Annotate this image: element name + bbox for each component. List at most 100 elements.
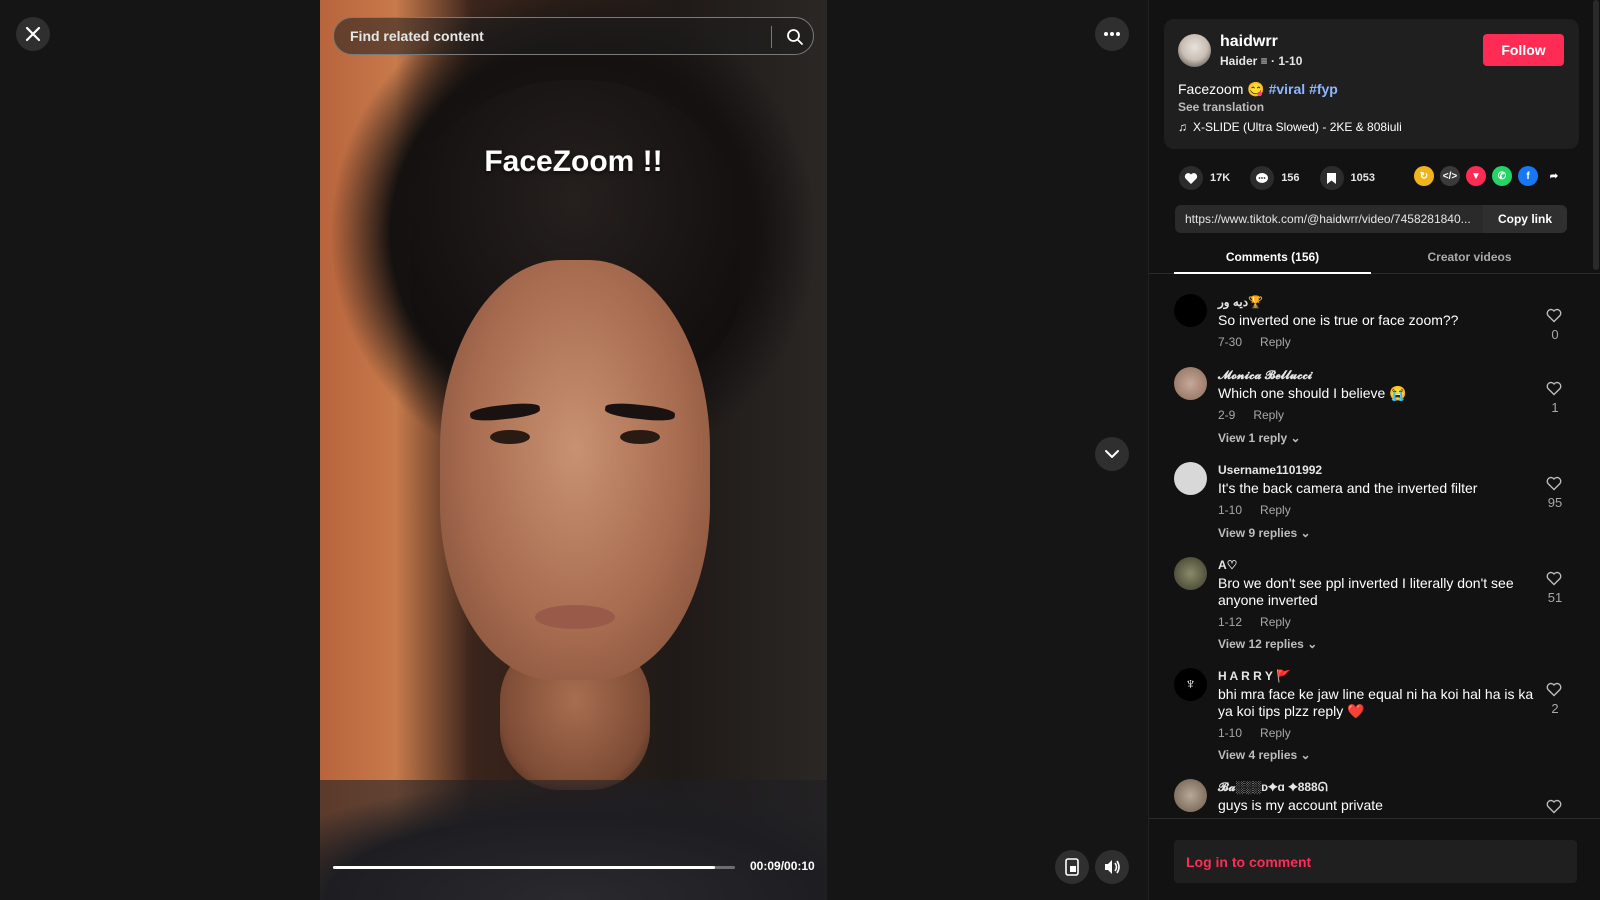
copy-link-button[interactable]: Copy link bbox=[1483, 205, 1567, 233]
commenter-name[interactable]: 𝓑𝓪░░░ᴅ✦ɑ ✦888ᘏ bbox=[1218, 780, 1328, 795]
caption-text: Facezoom 😋 bbox=[1178, 81, 1265, 97]
volume-icon bbox=[1105, 860, 1120, 874]
comment-date: 2-9 bbox=[1218, 408, 1236, 422]
commenter-name[interactable]: A♡ bbox=[1218, 558, 1237, 572]
next-video-button[interactable] bbox=[1095, 437, 1129, 471]
comment-item: 𝓑𝓪░░░ᴅ✦ɑ ✦888ᘏ guys is my account privat… bbox=[1174, 769, 1584, 818]
commenter-name[interactable]: Username1101992 bbox=[1218, 463, 1322, 477]
comment-text: It's the back camera and the inverted fi… bbox=[1218, 480, 1478, 496]
view-replies-link[interactable]: View 4 replies ⌄ bbox=[1218, 748, 1311, 762]
comment-action[interactable]: 156 bbox=[1250, 166, 1300, 190]
comment-item: Username1101992 It's the back camera and… bbox=[1174, 452, 1584, 546]
comment-meta: 1-10 Reply bbox=[1218, 726, 1291, 740]
comment-text: bhi mra face ke jaw line equal ni ha koi… bbox=[1218, 686, 1534, 719]
commenter-avatar[interactable] bbox=[1174, 294, 1207, 327]
video-progress-fill bbox=[333, 866, 715, 869]
like-action[interactable]: 17K bbox=[1179, 166, 1230, 190]
heart-outline-icon[interactable] bbox=[1546, 682, 1562, 697]
reply-link[interactable]: Reply bbox=[1253, 408, 1284, 422]
commenter-name[interactable]: ديه ور🏆 bbox=[1218, 295, 1263, 309]
comment-like-count: 2 bbox=[1551, 701, 1559, 716]
hashtag-viral[interactable]: #viral bbox=[1269, 81, 1306, 97]
save-action[interactable]: 1053 bbox=[1319, 166, 1375, 190]
post-caption: Facezoom 😋 #viral #fyp bbox=[1178, 81, 1338, 98]
video-player[interactable]: FaceZoom !! bbox=[320, 0, 827, 900]
video-overlay-title: FaceZoom !! bbox=[484, 145, 663, 178]
video-frame-eye bbox=[620, 430, 660, 444]
commenter-name[interactable]: 𝓜𝓸𝓷𝓲𝓬𝓪 𝓑𝓮𝓵𝓵𝓾𝓬𝓬𝓲 bbox=[1218, 368, 1312, 383]
view-replies-label: View 4 replies bbox=[1218, 748, 1298, 762]
view-replies-label: View 1 reply bbox=[1218, 431, 1288, 445]
panel-scrollbar[interactable] bbox=[1593, 0, 1599, 270]
reply-link[interactable]: Reply bbox=[1260, 335, 1291, 349]
commenter-avatar[interactable] bbox=[1174, 367, 1207, 400]
commenter-avatar[interactable] bbox=[1174, 779, 1207, 812]
pip-icon bbox=[1065, 858, 1079, 876]
comment-like-count: 51 bbox=[1547, 590, 1563, 605]
search-bar[interactable] bbox=[333, 17, 814, 55]
facebook-icon[interactable]: f bbox=[1518, 166, 1538, 186]
video-timecode: 00:09/00:10 bbox=[750, 859, 815, 873]
comment-like-count: 0 bbox=[1551, 327, 1559, 342]
see-translation-link[interactable]: See translation bbox=[1178, 100, 1264, 114]
search-button[interactable] bbox=[778, 20, 812, 54]
heart-outline-icon[interactable] bbox=[1546, 476, 1562, 491]
video-frame-eye bbox=[490, 430, 530, 444]
music-note-icon: ♫ bbox=[1178, 120, 1187, 134]
view-replies-label: View 9 replies bbox=[1218, 526, 1298, 540]
embed-icon[interactable]: </> bbox=[1440, 166, 1460, 186]
whatsapp-icon[interactable]: ✆ bbox=[1492, 166, 1512, 186]
author-username[interactable]: haidwrr bbox=[1220, 33, 1278, 51]
send-icon[interactable]: ▼ bbox=[1466, 166, 1486, 186]
reply-link[interactable]: Reply bbox=[1260, 503, 1291, 517]
commenter-avatar[interactable] bbox=[1174, 557, 1207, 590]
chevron-down-icon: ⌄ bbox=[1290, 431, 1301, 445]
commenter-avatar[interactable]: ♆ bbox=[1174, 668, 1207, 701]
view-replies-link[interactable]: View 9 replies ⌄ bbox=[1218, 526, 1311, 540]
login-to-comment-link[interactable]: Log in to comment bbox=[1186, 854, 1311, 870]
share-arrow-icon[interactable]: ➦ bbox=[1544, 166, 1564, 186]
repost-icon[interactable]: ↻ bbox=[1414, 166, 1434, 186]
comment-date: 1-12 bbox=[1218, 615, 1243, 629]
commenter-avatar[interactable] bbox=[1174, 462, 1207, 495]
view-replies-label: View 12 replies bbox=[1218, 637, 1304, 651]
active-tab-indicator bbox=[1174, 272, 1371, 274]
music-title: X-SLIDE (Ultra Slowed) - 2KE & 808iuli bbox=[1193, 120, 1402, 134]
hashtag-fyp[interactable]: #fyp bbox=[1309, 81, 1338, 97]
tab-comments[interactable]: Comments (156) bbox=[1174, 250, 1371, 264]
reply-link[interactable]: Reply bbox=[1260, 726, 1291, 740]
follow-button[interactable]: Follow bbox=[1483, 34, 1564, 66]
comment-meta: 2-9 Reply bbox=[1218, 408, 1284, 422]
more-icon bbox=[1104, 32, 1120, 36]
music-track[interactable]: ♫ X-SLIDE (Ultra Slowed) - 2KE & 808iuli bbox=[1178, 120, 1402, 134]
login-to-comment-bar[interactable]: Log in to comment bbox=[1174, 840, 1577, 883]
comment-text: Bro we don't see ppl inverted I literall… bbox=[1218, 575, 1514, 608]
heart-outline-icon[interactable] bbox=[1546, 799, 1562, 814]
chevron-down-icon: ⌄ bbox=[1300, 526, 1311, 540]
comment-text: Which one should I believe 😭 bbox=[1218, 385, 1407, 401]
close-icon bbox=[25, 26, 41, 42]
engagement-bar: 17K 156 1053 bbox=[1179, 166, 1395, 190]
comment-meta: 1-10 Reply bbox=[1218, 503, 1291, 517]
volume-button[interactable] bbox=[1095, 850, 1129, 884]
comment-meta: 1-12 Reply bbox=[1218, 615, 1291, 629]
comment-item: 𝓜𝓸𝓷𝓲𝓬𝓪 𝓑𝓮𝓵𝓵𝓾𝓬𝓬𝓲 Which one should I belie… bbox=[1174, 357, 1584, 451]
share-link-url[interactable]: https://www.tiktok.com/@haidwrr/video/74… bbox=[1175, 212, 1483, 226]
comment-list[interactable]: ديه ور🏆 So inverted one is true or face … bbox=[1149, 284, 1600, 818]
view-replies-link[interactable]: View 1 reply ⌄ bbox=[1218, 431, 1301, 445]
mini-player-button[interactable] bbox=[1055, 850, 1089, 884]
heart-outline-icon[interactable] bbox=[1546, 308, 1562, 323]
commenter-name[interactable]: H A R R Y 🚩 bbox=[1218, 669, 1291, 683]
search-input[interactable] bbox=[348, 27, 768, 45]
heart-outline-icon[interactable] bbox=[1546, 571, 1562, 586]
tab-creator-videos[interactable]: Creator videos bbox=[1371, 250, 1568, 264]
comment-text: So inverted one is true or face zoom?? bbox=[1218, 312, 1459, 328]
view-replies-link[interactable]: View 12 replies ⌄ bbox=[1218, 637, 1317, 651]
heart-outline-icon[interactable] bbox=[1546, 381, 1562, 396]
reply-link[interactable]: Reply bbox=[1260, 615, 1291, 629]
author-avatar[interactable] bbox=[1178, 34, 1211, 67]
more-options-button[interactable] bbox=[1095, 17, 1129, 51]
video-progress-bar[interactable] bbox=[333, 866, 735, 869]
close-button[interactable] bbox=[16, 17, 50, 51]
search-icon bbox=[787, 29, 803, 45]
